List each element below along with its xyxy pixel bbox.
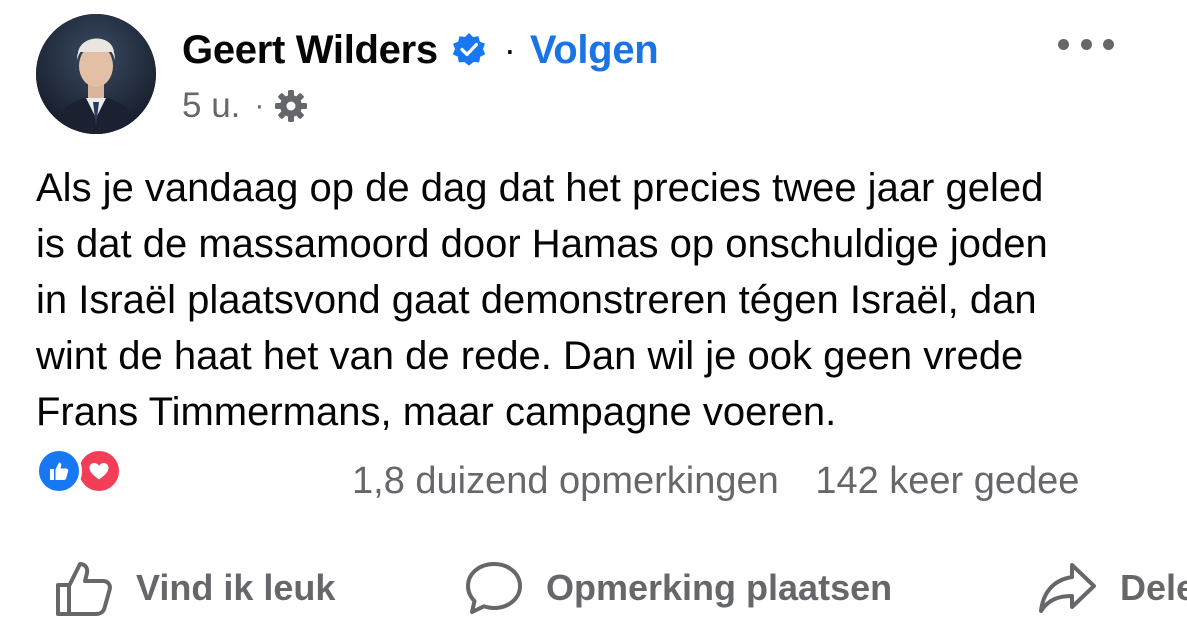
engagement-counts: 1,8 duizend opmerkingen 142 keer gedee [352,460,1079,503]
thumbs-up-outline-icon [56,562,112,616]
action-bar: Vind ik leuk Opmerking plaatsen Dele [0,556,1187,620]
share-button[interactable]: Dele [1038,556,1187,620]
comment-button-label: Opmerking plaatsen [546,567,893,608]
post-body: Als je vandaag op de dag dat het precies… [36,160,1187,440]
like-button[interactable]: Vind ik leuk [54,556,335,620]
follow-button[interactable]: Volgen [530,28,659,73]
more-options-icon[interactable] [1058,30,1114,58]
meta-separator: · [254,89,265,122]
post-text-line: Als je vandaag op de dag dat het precies… [36,166,1044,210]
share-button-label: Dele [1120,567,1187,608]
share-arrow-icon [1039,563,1096,613]
like-button-label: Vind ik leuk [136,567,336,608]
comment-bubble-icon [466,562,522,614]
verified-badge-icon [450,31,488,69]
author-header: Geert Wilders · Volgen [182,22,659,78]
post-timestamp[interactable]: 5 u. [182,86,240,126]
post-text-line: in Israël plaatsvond gaat demonstreren t… [36,278,1037,322]
thumbs-up-icon [36,448,82,494]
author-name[interactable]: Geert Wilders [182,28,438,73]
author-avatar[interactable] [36,14,156,134]
comments-count[interactable]: 1,8 duizend opmerkingen [352,460,779,503]
post-meta: 5 u. · [182,86,308,126]
post-text-line: Frans Timmermans, maar campagne voeren. [36,390,837,434]
post-text-line: is dat de massamoord door Hamas op onsch… [36,222,1048,266]
shares-count[interactable]: 142 keer gedee [815,460,1079,503]
facebook-post: Geert Wilders · Volgen 5 u. · Als je van… [0,0,1187,644]
gear-icon[interactable] [274,89,308,123]
reaction-summary[interactable] [36,448,136,494]
separator-dot: · [503,29,516,70]
heart-icon [76,448,122,494]
comment-button[interactable]: Opmerking plaatsen [464,556,892,620]
post-text-line: wint de haat het van de rede. Dan wil je… [36,334,1024,378]
